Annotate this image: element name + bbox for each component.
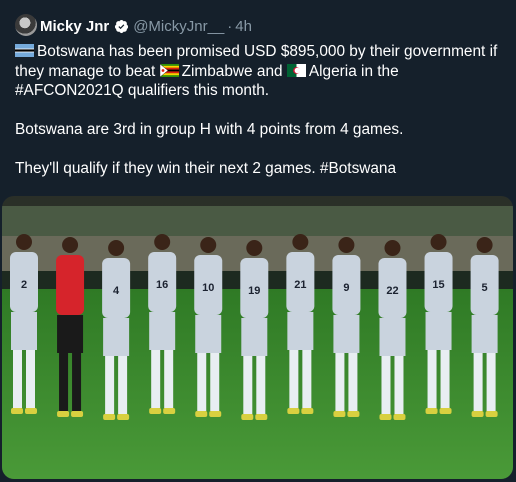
jersey-number: 16 [156, 279, 168, 291]
jersey-number: 19 [248, 285, 260, 297]
verified-badge-icon [114, 19, 129, 34]
botswana-flag-icon [15, 44, 34, 57]
jersey-number: 2 [21, 279, 27, 291]
zimbabwe-flag-icon [159, 63, 179, 77]
jersey-number: 4 [113, 285, 120, 297]
tweet-line: #AFCON2021Q qualifiers this month. [15, 81, 505, 101]
tweet-photo[interactable]: 2 4 16 10 19 21 9 22 15 5 [2, 196, 513, 479]
jersey-number: 22 [386, 285, 398, 297]
jersey-number: 5 [482, 282, 488, 294]
tweet-paragraph-3: They'll qualify if they win their next 2… [15, 160, 397, 177]
avatar[interactable] [15, 14, 37, 36]
tweet-text-line2c: Algeria in the [308, 62, 399, 80]
hashtag-afcon[interactable]: #AFCON2021Q qualifiers this month. [15, 82, 269, 99]
author-handle[interactable]: @MickyJnr__ [133, 18, 224, 35]
tweet-line: Botswana has been promised USD $895,000 … [15, 42, 505, 62]
tweet-card[interactable]: Micky Jnr @MickyJnr__ · 4h Botswana has … [0, 0, 516, 482]
tweet-text-line2a: they manage to beat [15, 62, 160, 80]
tweet-text-line2b: Zimbabwe and [181, 62, 287, 80]
jersey-number: 10 [202, 282, 214, 294]
separator-dot: · [227, 17, 233, 35]
timestamp[interactable]: 4h [235, 18, 252, 35]
tweet-header: Micky Jnr @MickyJnr__ · 4h [40, 16, 252, 36]
algeria-flag-icon [286, 63, 306, 77]
tweet-paragraph-2: Botswana are 3rd in group H with 4 point… [15, 121, 404, 138]
jersey-number: 15 [432, 279, 444, 291]
tweet-text-line1: Botswana has been promised USD $895,000 … [37, 43, 498, 60]
tweet-text: Botswana has been promised USD $895,000 … [15, 42, 505, 179]
author-name[interactable]: Micky Jnr [40, 18, 109, 35]
jersey-number: 21 [294, 279, 306, 291]
jersey-number: 9 [343, 282, 349, 294]
stand-upper [2, 206, 513, 236]
team-photo-illustration: 2 4 16 10 19 21 9 22 15 5 [2, 196, 513, 479]
tweet-line: they manage to beat Zimbabwe and Algeria… [15, 62, 505, 82]
